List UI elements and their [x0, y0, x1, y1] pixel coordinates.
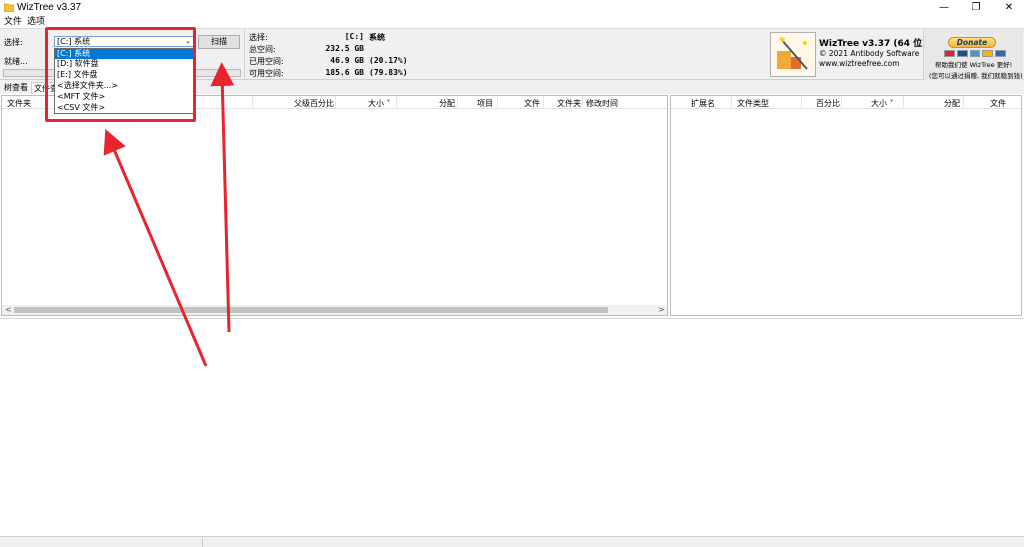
column-divider[interactable] — [841, 96, 842, 108]
free-space-label: 可用空间: — [249, 69, 284, 78]
column-header-parent-percent[interactable]: 父级百分比 — [294, 98, 334, 109]
column-divider[interactable] — [396, 96, 397, 108]
tab-tree-view[interactable]: 树查看 — [2, 82, 30, 93]
brand-website-link[interactable]: www.wiztreefree.com — [819, 59, 900, 68]
used-space-percent: (20.17%) — [369, 56, 408, 65]
scrollbar-thumb[interactable] — [14, 307, 608, 313]
brand-title: WizTree v3.37 (64 位) — [819, 39, 927, 49]
column-header-items[interactable]: 项目 — [477, 98, 493, 109]
column-header-allocated[interactable]: 分配 — [944, 98, 960, 109]
scroll-right-icon[interactable]: > — [658, 305, 665, 315]
total-space-label: 总空间: — [249, 45, 276, 54]
menu-options[interactable]: 选项 — [27, 16, 45, 28]
column-divider[interactable] — [252, 96, 253, 108]
column-divider[interactable] — [731, 96, 732, 108]
column-divider[interactable] — [963, 96, 964, 108]
column-header-modified[interactable]: 修改时间 — [586, 98, 618, 109]
scroll-left-icon[interactable]: < — [5, 305, 12, 315]
total-space-value: 232.5 GB — [325, 44, 364, 53]
column-header-percent[interactable]: 百分比 — [816, 98, 840, 109]
file-type-table-header: 扩展名 文件类型 百分比 大小 ˅ 分配 文件 — [671, 96, 1021, 109]
donate-button[interactable]: Donate — [948, 37, 996, 48]
donate-panel: Donate 帮助我们使 WizTree 更好! (您可以通过捐赠, 我们就稳到… — [923, 29, 1023, 80]
status-label: 就绪... — [4, 57, 28, 66]
treemap-area[interactable] — [0, 318, 1024, 536]
column-divider[interactable] — [457, 96, 458, 108]
column-divider[interactable] — [801, 96, 802, 108]
app-folder-icon — [3, 3, 15, 13]
close-button[interactable]: ✕ — [992, 0, 1024, 16]
info-drive-name: 系统 — [369, 33, 385, 42]
column-header-size[interactable]: 大小 ˅ — [871, 98, 894, 109]
select-label: 选择: — [4, 38, 23, 47]
column-header-files[interactable]: 文件 — [524, 98, 540, 109]
file-type-pane[interactable]: 扩展名 文件类型 百分比 大小 ˅ 分配 文件 — [670, 95, 1022, 316]
maximize-button[interactable]: ❐ — [959, 0, 993, 16]
scan-button[interactable]: 扫描 — [198, 35, 240, 49]
free-space-value: 185.6 GB — [325, 68, 364, 77]
column-header-allocated[interactable]: 分配 — [439, 98, 455, 109]
used-space-label: 已用空间: — [249, 57, 284, 66]
column-divider[interactable] — [335, 96, 336, 108]
wiztree-logo-icon[interactable] — [770, 32, 816, 77]
donate-note: (您可以通过捐赠, 我们就稳到钱) — [929, 72, 1023, 80]
column-header-files[interactable]: 文件 — [990, 98, 1006, 109]
divider — [244, 29, 245, 80]
column-divider[interactable] — [543, 96, 544, 108]
folder-tree-pane[interactable]: 文件夹 父级百分比 大小 ˅ 分配 项目 文件 文件夹 修改时间 < > — [1, 95, 668, 316]
horizontal-scrollbar[interactable]: < > — [2, 305, 667, 315]
minimize-button[interactable]: — — [927, 0, 961, 16]
annotation-highlight-box — [45, 27, 196, 122]
column-header-size[interactable]: 大小 ˅ — [368, 98, 391, 109]
brand-copyright: © 2021 Antibody Software — [819, 49, 920, 58]
info-select-label: 选择: — [249, 33, 268, 42]
info-drive: [C:] — [344, 32, 364, 41]
menu-file[interactable]: 文件 — [4, 16, 22, 28]
column-header-folders[interactable]: 文件夹 — [557, 98, 581, 109]
donate-message: 帮助我们使 WizTree 更好! — [935, 61, 1013, 69]
column-divider[interactable] — [903, 96, 904, 108]
used-space-value: 46.9 GB — [330, 56, 364, 65]
status-bar — [0, 536, 1024, 547]
column-header-folder[interactable]: 文件夹 — [7, 98, 31, 109]
payment-cards-icon — [944, 50, 1006, 57]
column-header-extension[interactable]: 扩展名 — [691, 98, 715, 109]
free-space-percent: (79.83%) — [369, 68, 408, 77]
column-header-file-type[interactable]: 文件类型 — [737, 98, 769, 109]
window-title: WizTree v3.37 — [17, 2, 82, 13]
title-bar: WizTree v3.37 — ❐ ✕ — [0, 0, 1024, 16]
column-divider[interactable] — [582, 96, 583, 108]
status-divider — [202, 538, 203, 547]
column-divider[interactable] — [497, 96, 498, 108]
